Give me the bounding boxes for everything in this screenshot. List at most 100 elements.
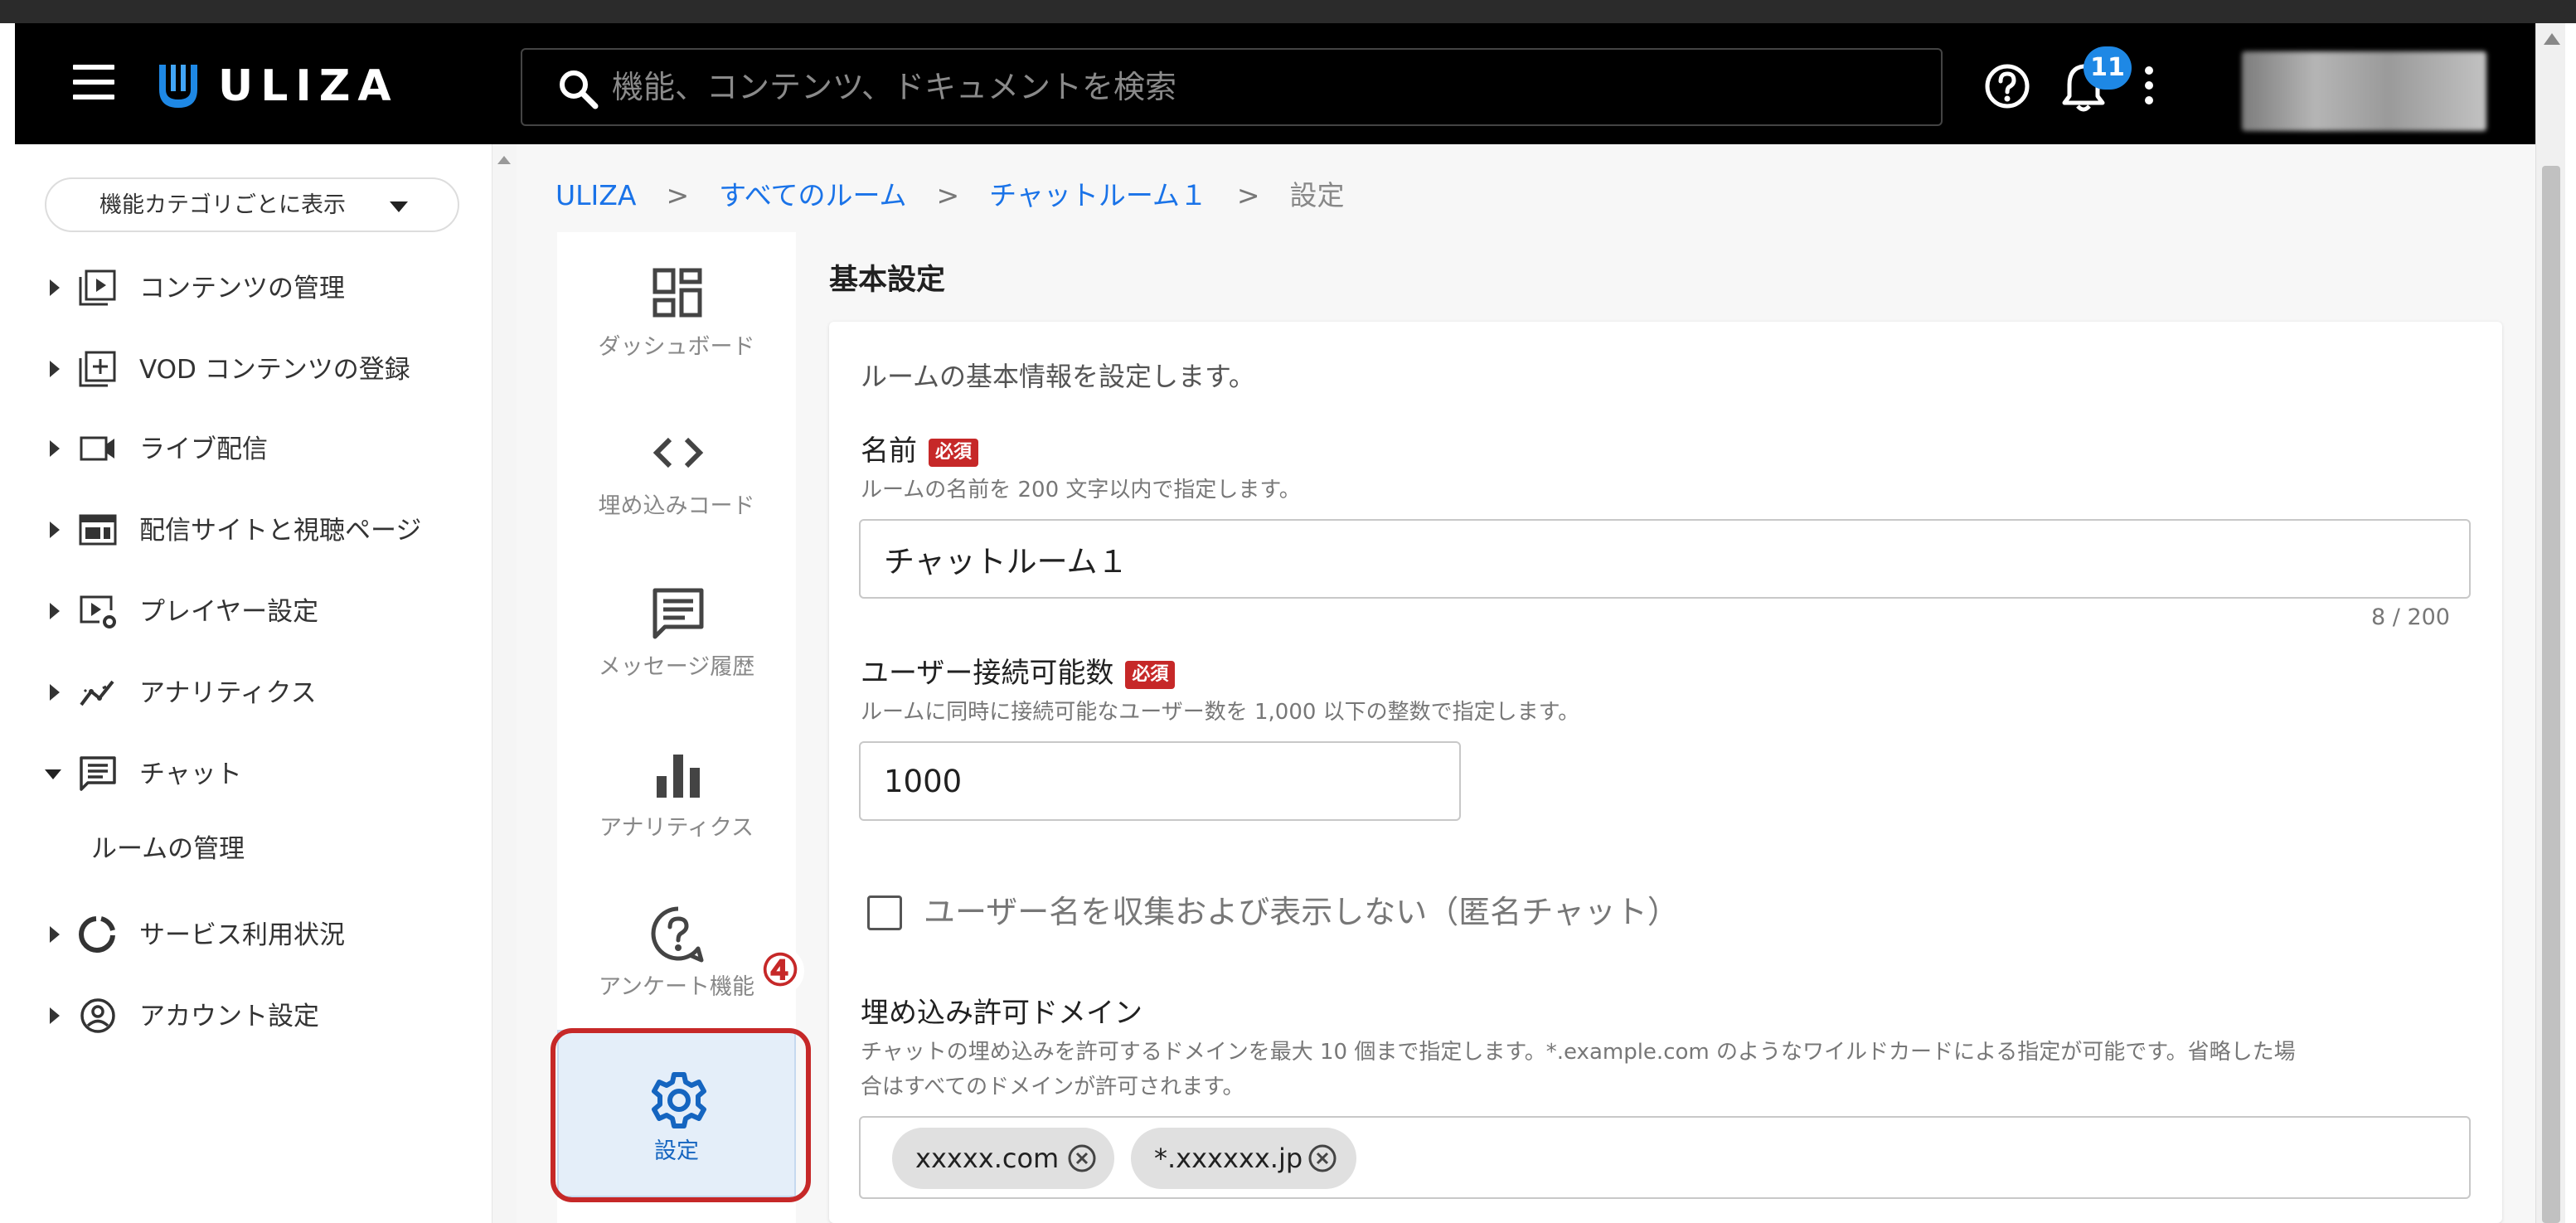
sidebar-subitem-room-management[interactable]: ルームの管理 bbox=[91, 832, 245, 866]
search-icon bbox=[560, 70, 599, 109]
subnav-survey[interactable]: アンケート機能 bbox=[557, 872, 796, 1030]
sidebar-item-analytics[interactable]: アナリティクス bbox=[15, 663, 492, 721]
sidebar-item-usage[interactable]: サービス利用状況 bbox=[15, 905, 492, 963]
required-badge: 必須 bbox=[929, 438, 979, 467]
code-icon bbox=[652, 437, 704, 468]
breadcrumb-separator: > bbox=[666, 179, 690, 211]
search-input[interactable] bbox=[612, 61, 1905, 113]
sidebar-item-label: チャット bbox=[139, 760, 242, 789]
expand-arrow-icon bbox=[50, 603, 60, 619]
required-badge: 必須 bbox=[1125, 660, 1176, 689]
category-display-button[interactable]: 機能カテゴリごとに表示 bbox=[45, 177, 459, 232]
subnav-embed-code[interactable]: 埋め込みコード bbox=[557, 391, 796, 549]
expand-arrow-icon bbox=[50, 926, 60, 943]
allowed-domains-hint-line1: チャットの埋め込みを許可するドメインを最大 10 個まで指定します。*.exam… bbox=[861, 1040, 2296, 1065]
sidebar-scrollbar[interactable] bbox=[492, 144, 517, 1223]
survey-question-icon bbox=[651, 906, 704, 963]
expand-arrow-icon bbox=[50, 1007, 60, 1024]
settings-description: ルームの基本情報を設定します。 bbox=[861, 361, 1255, 392]
highlight-outline bbox=[551, 1028, 811, 1202]
max-users-label: ユーザー接続可能数 bbox=[861, 657, 1114, 690]
analytics-icon bbox=[80, 680, 114, 706]
sidebar-item-chat[interactable]: チャット bbox=[15, 745, 492, 803]
max-users-field[interactable] bbox=[859, 741, 1461, 821]
collapse-arrow-icon bbox=[45, 769, 61, 779]
remove-chip-icon[interactable] bbox=[1066, 1143, 1098, 1174]
sidebar-item-live[interactable]: ライブ配信 bbox=[15, 420, 492, 478]
anonymous-chat-checkbox[interactable] bbox=[867, 895, 902, 930]
subnav-label: アナリティクス bbox=[599, 815, 754, 841]
sidebar: 機能カテゴリごとに表示 コンテンツの管理 VOD コンテンツの登録 ライブ配信 bbox=[15, 144, 492, 1223]
more-vert-icon[interactable] bbox=[2142, 66, 2156, 113]
expand-arrow-icon bbox=[50, 684, 60, 701]
window-top-strip bbox=[0, 0, 2576, 23]
category-button-label: 機能カテゴリごとに表示 bbox=[99, 192, 346, 218]
help-icon[interactable] bbox=[1984, 63, 2030, 109]
usage-donut-icon bbox=[79, 916, 115, 953]
sidebar-item-player[interactable]: プレイヤー設定 bbox=[15, 582, 492, 640]
subnav-analytics[interactable]: アナリティクス bbox=[557, 713, 796, 871]
subnav-dashboard[interactable]: ダッシュボード bbox=[557, 232, 796, 390]
domain-chip[interactable]: xxxxx.com bbox=[892, 1128, 1114, 1189]
scrollbar-thumb[interactable] bbox=[2542, 166, 2560, 1223]
bar-chart-icon bbox=[657, 755, 700, 798]
name-field[interactable] bbox=[859, 519, 2471, 599]
scroll-up-arrow-icon[interactable] bbox=[497, 156, 511, 164]
max-users-label-row: ユーザー接続可能数 必須 bbox=[861, 655, 1176, 692]
breadcrumb-separator: > bbox=[1236, 179, 1260, 211]
breadcrumb-all-rooms[interactable]: すべてのルーム bbox=[719, 179, 906, 211]
chat-icon bbox=[80, 756, 116, 791]
name-input[interactable] bbox=[884, 521, 2446, 597]
sidebar-item-label: コンテンツの管理 bbox=[139, 274, 345, 303]
name-field-label: 名前 bbox=[861, 434, 917, 468]
name-char-counter: 8 / 200 bbox=[2371, 604, 2450, 630]
scroll-up-arrow-icon[interactable] bbox=[2544, 33, 2560, 45]
subnav-label: ダッシュボード bbox=[598, 334, 755, 360]
sidebar-item-label: プレイヤー設定 bbox=[139, 597, 319, 627]
caret-down-icon bbox=[390, 201, 408, 212]
account-circle-icon bbox=[80, 998, 115, 1033]
sidebar-item-vod[interactable]: VOD コンテンツの登録 bbox=[15, 340, 492, 398]
expand-arrow-icon bbox=[50, 279, 60, 296]
breadcrumb-chat-room[interactable]: チャットルーム１ bbox=[989, 179, 1207, 211]
sidebar-item-label: ライブ配信 bbox=[139, 434, 268, 464]
sidebar-item-label: サービス利用状況 bbox=[139, 920, 345, 950]
breadcrumb-uliza[interactable]: ULIZA bbox=[555, 179, 636, 211]
uliza-logo-icon bbox=[159, 65, 197, 108]
domain-chip-text: xxxxx.com bbox=[915, 1143, 1060, 1174]
remove-chip-icon[interactable] bbox=[1307, 1143, 1338, 1174]
sidebar-item-label: アナリティクス bbox=[139, 678, 317, 708]
sidebar-item-content[interactable]: コンテンツの管理 bbox=[15, 259, 492, 317]
search-box[interactable] bbox=[521, 48, 1943, 126]
section-title: 基本設定 bbox=[829, 264, 946, 297]
breadcrumb-separator: > bbox=[936, 179, 960, 211]
logo-text[interactable]: ULIZA bbox=[218, 61, 399, 111]
sidebar-item-label: アカウント設定 bbox=[139, 1002, 319, 1031]
sidebar-item-account[interactable]: アカウント設定 bbox=[15, 987, 492, 1045]
name-field-label-row: 名前 必須 bbox=[861, 433, 979, 469]
domain-chip-text: *.xxxxxx.jp bbox=[1154, 1143, 1303, 1174]
expand-arrow-icon bbox=[50, 440, 60, 457]
breadcrumb: ULIZA > すべてのルーム > チャットルーム１ > 設定 bbox=[555, 177, 1345, 214]
max-users-hint: ルームに同時に接続可能なユーザー数を 1,000 以下の整数で指定します。 bbox=[861, 700, 1580, 725]
sidebar-item-sites[interactable]: 配信サイトと視聴ページ bbox=[15, 501, 492, 559]
video-camera-icon bbox=[80, 436, 114, 461]
allowed-domains-hint-line2: 合はすべてのドメインが許可されます。 bbox=[861, 1075, 1244, 1099]
menu-icon[interactable] bbox=[73, 65, 114, 99]
max-users-input[interactable] bbox=[884, 743, 1436, 819]
domain-chip[interactable]: *.xxxxxx.jp bbox=[1131, 1128, 1356, 1189]
notification-badge[interactable]: 11 bbox=[2084, 46, 2132, 90]
user-account-blurred[interactable] bbox=[2242, 51, 2486, 131]
add-box-icon bbox=[79, 351, 116, 387]
dashboard-icon bbox=[652, 268, 702, 318]
expand-arrow-icon bbox=[50, 361, 60, 377]
subnav-message-history[interactable]: メッセージ履歴 bbox=[557, 552, 796, 710]
web-page-icon bbox=[79, 514, 117, 546]
sidebar-item-label: 配信サイトと視聴ページ bbox=[139, 516, 422, 546]
subnav-label: メッセージ履歴 bbox=[598, 654, 755, 680]
step-callout: ④ bbox=[756, 947, 804, 995]
sidebar-item-label: VOD コンテンツの登録 bbox=[139, 355, 410, 385]
player-settings-icon bbox=[80, 595, 116, 628]
message-history-icon bbox=[652, 588, 704, 639]
anonymous-chat-label[interactable]: ユーザー名を収集および表示しない（匿名チャット） bbox=[924, 892, 1679, 932]
